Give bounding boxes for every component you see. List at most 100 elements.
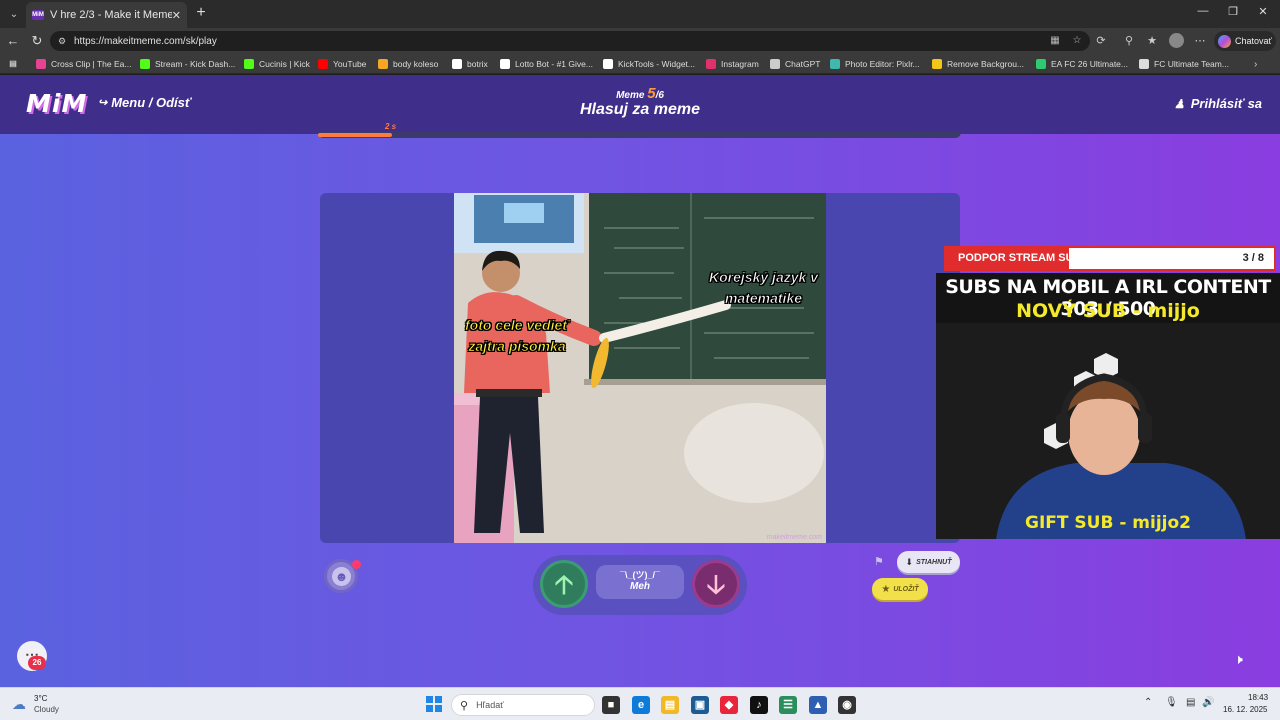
taskbar-search[interactable]: ⚲ Hľadať bbox=[451, 694, 595, 716]
grid-icon bbox=[500, 59, 510, 69]
url-field[interactable]: ⚙ https://makeitmeme.com/sk/play ▦ ☆ bbox=[50, 31, 1090, 51]
vote-timer-track bbox=[318, 132, 961, 138]
profile-avatar[interactable] bbox=[1169, 33, 1184, 48]
edge-icon[interactable]: e bbox=[632, 696, 650, 714]
report-flag-icon[interactable]: ⚑ bbox=[874, 555, 884, 568]
file-explorer-icon[interactable]: ▤ bbox=[661, 696, 679, 714]
browser-essentials-icon[interactable]: ⚲ bbox=[1120, 32, 1138, 50]
more-options-icon[interactable]: ⋯ bbox=[1191, 32, 1209, 50]
meme-photo bbox=[454, 193, 826, 543]
notepad-icon[interactable]: ☰ bbox=[779, 696, 797, 714]
back-icon[interactable]: ← bbox=[4, 32, 22, 50]
meme-counter: Meme 5/6 bbox=[540, 85, 740, 102]
extensions-icon[interactable]: ⟳ bbox=[1092, 32, 1110, 50]
maximize-icon[interactable]: ❐ bbox=[1218, 5, 1248, 23]
bookmark-item[interactable]: Remove Backgrou... bbox=[932, 57, 1024, 71]
bookmark-item[interactable]: EA FC 26 Ultimate... bbox=[1036, 57, 1128, 71]
tab-favicon-icon: MiM bbox=[32, 10, 44, 20]
gift-sub-alert: GIFT SUB - mijjo2 bbox=[1024, 513, 1191, 533]
obs-icon[interactable]: ◉ bbox=[838, 696, 856, 714]
meme-image: foto cele vedieť zajtra písomka Korejský… bbox=[454, 193, 826, 543]
removebg-icon bbox=[932, 59, 942, 69]
sub-goal-bar: PODPOR STREAM SUBIKOM 3 / 8 bbox=[944, 246, 1276, 271]
tab-close-icon[interactable]: ✕ bbox=[172, 9, 181, 22]
bookmark-item[interactable]: botrix bbox=[452, 57, 488, 71]
menu-leave-button[interactable]: ↪ Menu / Odísť bbox=[98, 95, 191, 110]
botrix-icon bbox=[452, 59, 462, 69]
weather-condition[interactable]: Cloudy bbox=[34, 705, 59, 714]
network-icon[interactable]: ▤ bbox=[1186, 697, 1195, 708]
bookmark-item[interactable]: ChatGPT bbox=[770, 57, 820, 71]
weather-cloud-icon[interactable]: ☁ bbox=[12, 696, 30, 712]
task-view-icon[interactable]: ■ bbox=[602, 696, 620, 714]
bookmark-label: KickTools - Widget... bbox=[618, 59, 695, 69]
download-label: STIAHNUŤ bbox=[916, 558, 952, 566]
app-red-icon[interactable]: ◆ bbox=[720, 696, 738, 714]
meme-counter-total: /6 bbox=[655, 90, 664, 101]
start-button[interactable] bbox=[426, 696, 442, 712]
shrug-face: ¯\_(ツ)_/¯ bbox=[620, 570, 660, 580]
weather-temperature[interactable]: 3°C bbox=[34, 694, 47, 703]
volume-icon[interactable]: 🔊 bbox=[1202, 697, 1214, 708]
login-button[interactable]: ♟ Prihlásiť sa bbox=[1174, 96, 1262, 111]
game-header: MiM ↪ Menu / Odísť Meme 5/6 Hlasuj za me… bbox=[0, 75, 1280, 134]
bookmark-item[interactable]: KickTools - Widget... bbox=[603, 57, 695, 71]
active-tab[interactable]: MiM V hre 2/3 - Make it Meme ✕ bbox=[26, 2, 187, 28]
tab-actions-menu-icon[interactable]: ⌄ bbox=[4, 4, 24, 24]
microphone-icon[interactable]: 🎙 bbox=[1165, 697, 1178, 708]
bookmark-label: ChatGPT bbox=[785, 59, 821, 69]
exit-icon: ↪ bbox=[98, 97, 108, 109]
wheel-icon bbox=[378, 59, 388, 69]
browser-tab-bar: ⌄ MiM V hre 2/3 - Make it Meme ✕ + — ❐ ✕ bbox=[0, 0, 1280, 28]
window-close-icon[interactable]: ✕ bbox=[1248, 5, 1278, 23]
downvote-button[interactable]: 🡣 bbox=[692, 560, 740, 608]
sound-toggle-icon[interactable]: 🕨 bbox=[1234, 651, 1243, 668]
bookmark-label: Instagram bbox=[721, 59, 759, 69]
kick-icon bbox=[244, 59, 254, 69]
meh-button[interactable]: ¯\_(ツ)_/¯ Meh bbox=[596, 565, 684, 599]
refresh-icon[interactable]: ↻ bbox=[28, 32, 46, 50]
clock-time[interactable]: 18:43 bbox=[1248, 693, 1268, 702]
bookmark-label: Cross Clip | The Ea... bbox=[51, 59, 132, 69]
new-tab-icon[interactable]: + bbox=[192, 4, 210, 22]
tiktok-icon[interactable]: ♪ bbox=[750, 696, 768, 714]
tray-overflow-icon[interactable]: ⌃ bbox=[1144, 697, 1152, 708]
save-button[interactable]: ★ ULOŽIŤ bbox=[872, 578, 928, 600]
bookmark-item[interactable]: FC Ultimate Team... bbox=[1139, 57, 1229, 71]
windows-taskbar: ☁ 3°C Cloudy ⚲ Hľadať ■ e ▤ ▣ ◆ ♪ ☰ ▲ ◉ … bbox=[0, 687, 1280, 720]
bookmark-item[interactable]: body koleso bbox=[378, 57, 438, 71]
instagram-icon bbox=[706, 59, 716, 69]
bookmarks-menu-icon[interactable]: ▤ bbox=[8, 57, 18, 71]
upvote-button[interactable]: 🡡 bbox=[540, 560, 588, 608]
meme-caption-left: foto cele vedieť zajtra písomka bbox=[465, 317, 570, 355]
minimize-icon[interactable]: — bbox=[1188, 5, 1218, 23]
bookmark-label: body koleso bbox=[393, 59, 439, 69]
bookmarks-overflow-icon[interactable]: › bbox=[1254, 57, 1257, 71]
bookmark-item[interactable]: Stream - Kick Dash... bbox=[140, 57, 235, 71]
meme-watermark: makeitmeme.com bbox=[766, 534, 822, 541]
copilot-label: Chatovať bbox=[1235, 36, 1272, 46]
download-icon: ⬇ bbox=[905, 556, 914, 567]
bookmark-item[interactable]: Instagram bbox=[706, 57, 759, 71]
site-info-icon[interactable]: ⚙ bbox=[58, 36, 70, 47]
bookmark-item[interactable]: Lotto Bot - #1 Give... bbox=[500, 57, 593, 71]
bookmark-item[interactable]: YouTube bbox=[318, 57, 366, 71]
copilot-button[interactable]: Chatovať bbox=[1214, 31, 1276, 51]
clock-date[interactable]: 16. 12. 2025 bbox=[1223, 705, 1267, 714]
bookmark-item[interactable]: Cucinis | Kick bbox=[244, 57, 310, 71]
bookmark-item[interactable]: Cross Clip | The Ea... bbox=[36, 57, 131, 71]
photos-icon[interactable]: ▲ bbox=[809, 696, 827, 714]
download-button[interactable]: ⬇ STIAHNUŤ bbox=[897, 551, 960, 573]
favorites-icon[interactable]: ★ bbox=[1143, 32, 1161, 50]
bookmark-item[interactable]: Photo Editor: Pixlr... bbox=[830, 57, 920, 71]
app-available-icon[interactable]: ▦ bbox=[1048, 34, 1062, 48]
arrow-up-icon: 🡡 bbox=[554, 569, 574, 599]
site-logo[interactable]: MiM bbox=[26, 89, 87, 118]
bookmark-label: YouTube bbox=[333, 59, 367, 69]
meh-label: Meh bbox=[630, 581, 650, 592]
reaction-emoji-button[interactable]: ☻ bbox=[324, 559, 361, 593]
bookmark-label: Cucinis | Kick bbox=[259, 59, 310, 69]
store-icon[interactable]: ▣ bbox=[691, 696, 709, 714]
user-icon: ♟ bbox=[1174, 96, 1185, 111]
favorite-star-icon[interactable]: ☆ bbox=[1070, 34, 1084, 48]
